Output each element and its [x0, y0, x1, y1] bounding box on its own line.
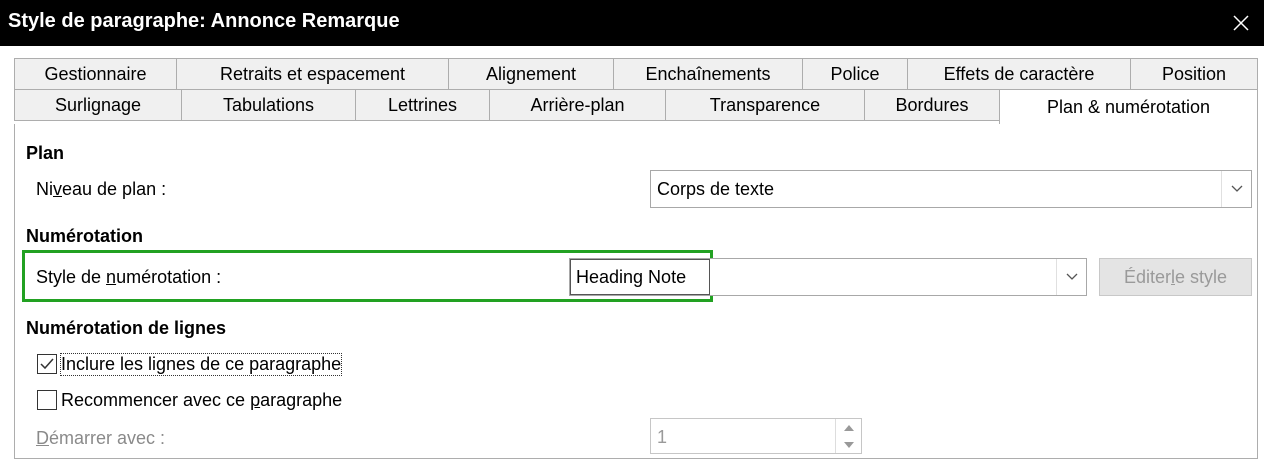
plan-heading: Plan — [26, 143, 65, 163]
spin-buttons — [835, 419, 861, 453]
line-numbering-heading: Numérotation de lignes — [26, 318, 227, 338]
chevron-down-icon — [1056, 259, 1086, 295]
restart-checkbox[interactable] — [37, 390, 57, 410]
restart-label[interactable]: Recommencer avec ce paragraphe — [61, 390, 342, 411]
tab-enchainements[interactable]: Enchaînements — [613, 58, 803, 90]
spin-up-icon[interactable] — [836, 419, 862, 436]
tab-gestionnaire[interactable]: Gestionnaire — [14, 58, 177, 90]
numbering-style-label: Style de numérotation : — [36, 267, 222, 287]
title-bar: Style de paragraphe: Annonce Remarque — [0, 0, 1264, 46]
checkmark-icon — [40, 358, 54, 370]
start-with-spinbox[interactable]: 1 — [650, 418, 862, 454]
dialog-body: Gestionnaire Retraits et espacement Alig… — [0, 46, 1264, 459]
edit-style-button[interactable]: Éditer le style — [1099, 258, 1252, 296]
close-icon — [1233, 15, 1249, 31]
outline-level-dropdown[interactable]: Corps de texte — [650, 170, 1252, 208]
tab-lettrines[interactable]: Lettrines — [355, 89, 490, 121]
outline-level-value: Corps de texte — [657, 179, 775, 199]
numbering-heading: Numérotation — [26, 226, 143, 246]
tab-effets-caractere[interactable]: Effets de caractère — [907, 58, 1131, 90]
tab-plan-numerotation[interactable]: Plan & numérotation — [999, 89, 1258, 125]
tab-transparence[interactable]: Transparence — [665, 89, 865, 121]
tab-arriere-plan[interactable]: Arrière-plan — [489, 89, 666, 121]
numbering-value-outline — [570, 259, 710, 295]
include-lines-label[interactable]: Inclure les lignes de ce paragraphe — [59, 353, 343, 376]
close-button[interactable] — [1218, 0, 1264, 46]
start-with-label: Démarrer avec : — [36, 428, 166, 448]
start-with-value: 1 — [657, 427, 668, 447]
tab-alignement[interactable]: Alignement — [448, 58, 614, 90]
window-title: Style de paragraphe: Annonce Remarque — [8, 10, 400, 32]
tab-retraits-espacement[interactable]: Retraits et espacement — [176, 58, 449, 90]
outline-level-label: Niveau de plan : — [36, 179, 167, 199]
include-lines-checkbox[interactable] — [37, 354, 57, 374]
tab-bordures[interactable]: Bordures — [864, 89, 1000, 121]
tab-position[interactable]: Position — [1130, 58, 1258, 90]
chevron-down-icon — [1221, 171, 1251, 207]
tab-tabulations[interactable]: Tabulations — [181, 89, 356, 121]
spin-down-icon[interactable] — [836, 436, 862, 453]
tab-surlignage[interactable]: Surlignage — [14, 89, 182, 121]
tab-police[interactable]: Police — [802, 58, 908, 90]
